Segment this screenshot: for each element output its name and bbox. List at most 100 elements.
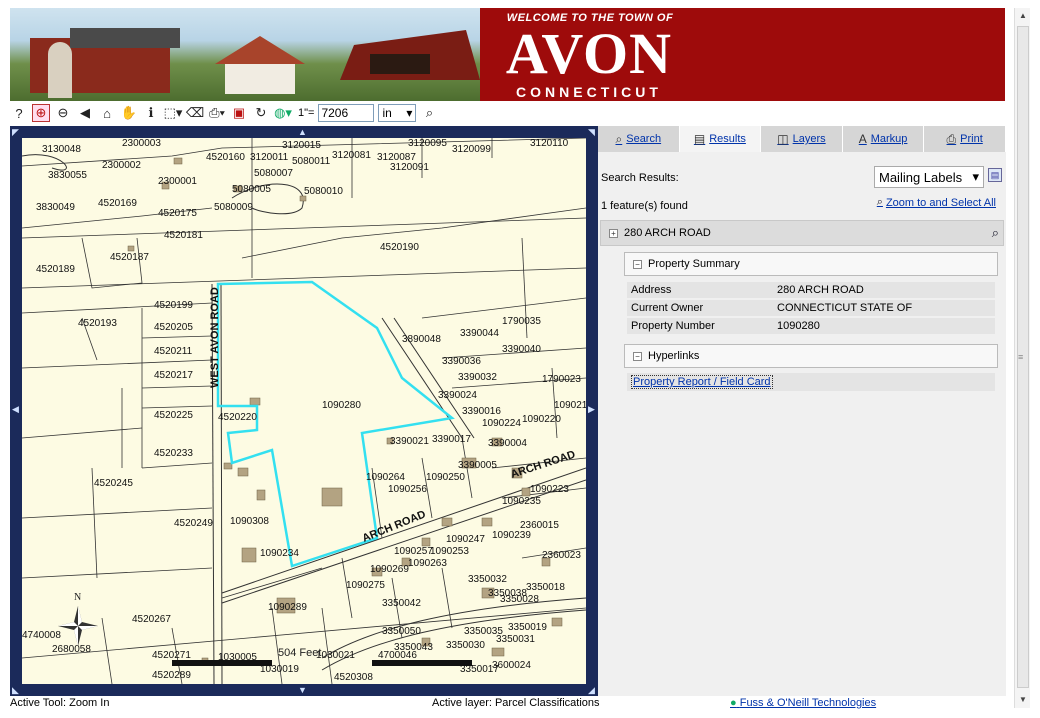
hyperlinks-header[interactable]: − Hyperlinks	[624, 344, 998, 368]
bridge-opening-image	[370, 54, 430, 74]
parcel-label: 3350028	[500, 594, 539, 605]
parcel-label: 4520267	[132, 614, 171, 625]
pan-west-icon[interactable]: ◀	[12, 404, 19, 415]
back-icon[interactable]: ◀	[76, 104, 94, 122]
tab-layers[interactable]: ◫ Layers	[761, 126, 843, 152]
zoom-select-all-link[interactable]: ⌕ Zoom to and Select All	[877, 196, 996, 209]
zoom-out-icon[interactable]: ⊖	[54, 104, 72, 122]
tab-search[interactable]: ⌕ Search	[598, 126, 680, 152]
pan-northwest-icon[interactable]: ◤	[12, 127, 19, 138]
found-count: 1 feature(s) found	[601, 200, 688, 212]
map-canvas[interactable]: 3130048 2300003 4520160 31200113120015 31200…	[22, 138, 586, 684]
parcel-label: 1090275	[346, 580, 385, 591]
mailing-labels-select[interactable]: Mailing Labels ▾	[874, 166, 984, 188]
pan-east-icon[interactable]: ▶	[588, 404, 595, 415]
print-icon[interactable]: ⎙▾	[208, 104, 226, 122]
parcel-label: 1090289	[268, 602, 307, 613]
parcel-label: 1090280	[322, 400, 361, 411]
unit-select[interactable]: in ▾	[378, 104, 417, 122]
search-results-label: Search Results:	[601, 172, 679, 184]
parcel-label: 3120011	[250, 152, 289, 163]
north-label: N	[74, 592, 81, 603]
tab-print[interactable]: ⎙ Print	[924, 126, 1006, 152]
credit-label: Fuss & O'Neill Technologies	[739, 697, 877, 709]
parcel-label: 1090214	[554, 400, 586, 411]
refresh-icon[interactable]: ↻	[252, 104, 270, 122]
parcel-label: 4520225	[154, 410, 193, 421]
property-report-link[interactable]: Property Report / Field Card	[631, 375, 773, 389]
hyperlinks-title: Hyperlinks	[648, 350, 700, 362]
parcel-label: 3120015	[282, 140, 321, 151]
magnifier-icon[interactable]: ⌕	[420, 104, 438, 122]
full-extent-icon[interactable]: ⌂	[98, 104, 116, 122]
scale-label: 504 Feet	[278, 647, 321, 659]
status-bar: Active Tool: Zoom In Active layer: Parce…	[0, 696, 1020, 712]
parcel-label: 1090256	[388, 484, 427, 495]
parcel-label: 1090264	[366, 472, 405, 483]
pan-southeast-icon[interactable]: ◢	[588, 685, 595, 696]
parcel-label: 1090269	[370, 564, 409, 575]
parcel-label: 3120081	[332, 150, 371, 161]
parcel-label: 4520233	[154, 448, 193, 459]
parcel-label: 4520189	[36, 264, 75, 275]
vertical-scrollbar[interactable]: ▲ ≡ ▼	[1014, 8, 1030, 708]
banner-town: AVON	[505, 21, 673, 86]
property-report-row: Property Report / Field Card	[627, 373, 995, 391]
info-icon: ●	[730, 697, 737, 709]
pan-south-icon[interactable]: ▼	[298, 685, 307, 695]
parcel-label: 4520289	[152, 670, 191, 681]
pan-southwest-icon[interactable]: ◣	[12, 685, 19, 696]
parcel-map[interactable]: 3130048 2300003 4520160 3120011 3120015 31200…	[22, 138, 586, 684]
parcel-label: 2360015	[520, 520, 559, 531]
parcel-label: 1090250	[426, 472, 465, 483]
zoom-in-icon[interactable]: ⊕	[32, 104, 50, 122]
results-panel: ⌕ Search ▤ Results ◫ Layers A Markup ⎙ Print Sear…	[598, 126, 1006, 696]
road-label: WEST AVON ROAD	[209, 287, 221, 388]
layer-icon[interactable]: ▣	[230, 104, 248, 122]
credit-link[interactable]: ● Fuss & O'Neill Technologies	[730, 697, 876, 709]
parcel-label: 1090224	[482, 418, 521, 429]
parcel-label: 4520175	[158, 208, 197, 219]
select-icon[interactable]: ⬚▾	[164, 104, 183, 122]
chevron-down-icon: ▾	[972, 169, 979, 184]
collapse-icon[interactable]: −	[633, 351, 642, 361]
pan-north-icon[interactable]: ▲	[298, 127, 307, 137]
globe-icon[interactable]: ◍▾	[274, 104, 292, 122]
tab-label: Print	[960, 133, 983, 145]
pan-hand-icon[interactable]: ✋	[120, 104, 138, 122]
parcel-label: 1090223	[530, 484, 569, 495]
parcel-label: 4520205	[154, 322, 193, 333]
zoom-to-feature-icon[interactable]: ⌕	[992, 225, 999, 241]
expand-icon[interactable]: +	[609, 228, 618, 238]
chevron-down-icon: ▾	[406, 106, 413, 120]
pan-northeast-icon[interactable]: ◥	[588, 127, 595, 138]
collapse-icon[interactable]: −	[633, 259, 642, 269]
parcel-label: 4520181	[164, 230, 203, 241]
parcel-label: 3120110	[530, 138, 569, 149]
parcel-label: 3390036	[442, 356, 481, 367]
parcel-label: 5080011	[292, 156, 331, 167]
identify-icon[interactable]: ℹ	[142, 104, 160, 122]
property-summary-title: Property Summary	[648, 258, 740, 270]
parcel-label: 1090263	[408, 558, 447, 569]
parcel-label: 1090239	[492, 530, 531, 541]
summary-key: Property Number	[627, 318, 773, 334]
parcel-label: 3390021	[390, 436, 429, 447]
feature-row[interactable]: + 280 ARCH ROAD ⌕	[600, 220, 1004, 246]
tab-label: Markup	[870, 133, 908, 145]
scale-prefix: 1"=	[298, 107, 315, 119]
help-icon[interactable]: ?	[10, 104, 28, 122]
parcel-label: 1090234	[260, 548, 299, 559]
parcel-label: 3350031	[496, 634, 535, 645]
parcel-label: 3350019	[508, 622, 547, 633]
parcel-label: 3390040	[502, 344, 541, 355]
property-summary-header[interactable]: − Property Summary	[624, 252, 998, 276]
export-icon[interactable]: ▤	[988, 168, 1002, 182]
scale-input[interactable]	[318, 104, 375, 122]
tab-results[interactable]: ▤ Results	[679, 126, 762, 152]
tab-markup[interactable]: A Markup	[842, 126, 925, 152]
scroll-up-icon[interactable]: ▲	[1015, 8, 1031, 24]
feature-title: 280 ARCH ROAD	[624, 227, 711, 239]
clear-selection-icon[interactable]: ⌫	[186, 104, 204, 122]
summary-key: Address	[627, 282, 773, 298]
